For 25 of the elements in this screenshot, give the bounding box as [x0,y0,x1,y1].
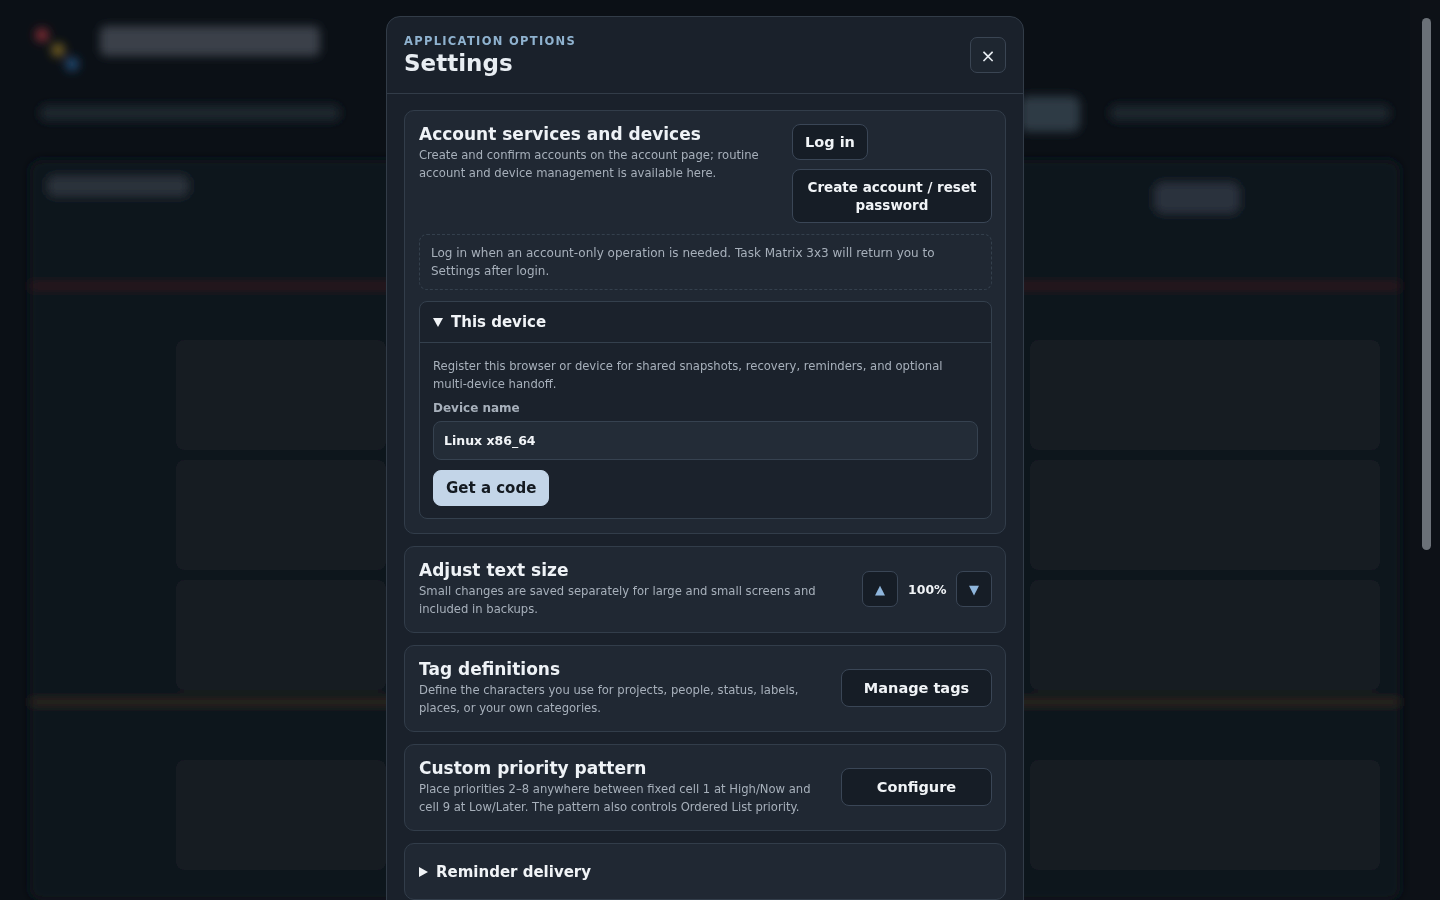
action-button[interactable]: Manage tags [841,669,992,707]
account-button[interactable]: Log in [792,124,868,160]
decrease-button[interactable]: ▼ [956,571,992,607]
input-field[interactable]: Linux x86_64 [433,421,978,460]
section-title: Tag definitions [419,659,562,679]
action-button[interactable]: Configure [841,768,992,806]
section-description: Place priorities 2–8 anywhere between fixed cell 1 at High/Now and cell 9 at Low/Later. The pattern also controls Ordered List priority. [419,781,812,816]
info-note: Log in when an account-only operation is needed. Task Matrix 3x3 will return you to Settings after login. [419,234,992,290]
close-button[interactable]: × [970,37,1006,73]
section-title: Account services and devices [419,124,702,144]
section-toggle[interactable]: Reminder delivery [419,857,992,885]
get-code-button[interactable]: Get a code [433,470,550,506]
section-description: Small changes are saved separately for large and small screens and included in backups. [419,583,817,618]
section-description: Create and confirm accounts on the account page; routine account and device management is available here. [419,147,760,182]
section-title: Adjust text size [419,560,570,580]
section-title: Custom priority pattern [419,758,648,778]
device-description: Register this browser or device for shared snapshots, recovery, reminders, and optional multi-device handoff. [433,358,944,393]
dialog-title: Settings [404,50,514,76]
dialog-eyebrow: APPLICATION OPTIONS [404,34,577,48]
text-size-value: 100% [908,581,946,597]
increase-button[interactable]: ▲ [862,571,898,607]
field-label: Device name [433,401,521,415]
account-button[interactable]: Create account / reset password [792,169,992,223]
device-toggle[interactable]: This device [420,302,991,343]
section-description: Define the characters you use for projects, people, status, labels, places, or your own categories. [419,682,800,717]
